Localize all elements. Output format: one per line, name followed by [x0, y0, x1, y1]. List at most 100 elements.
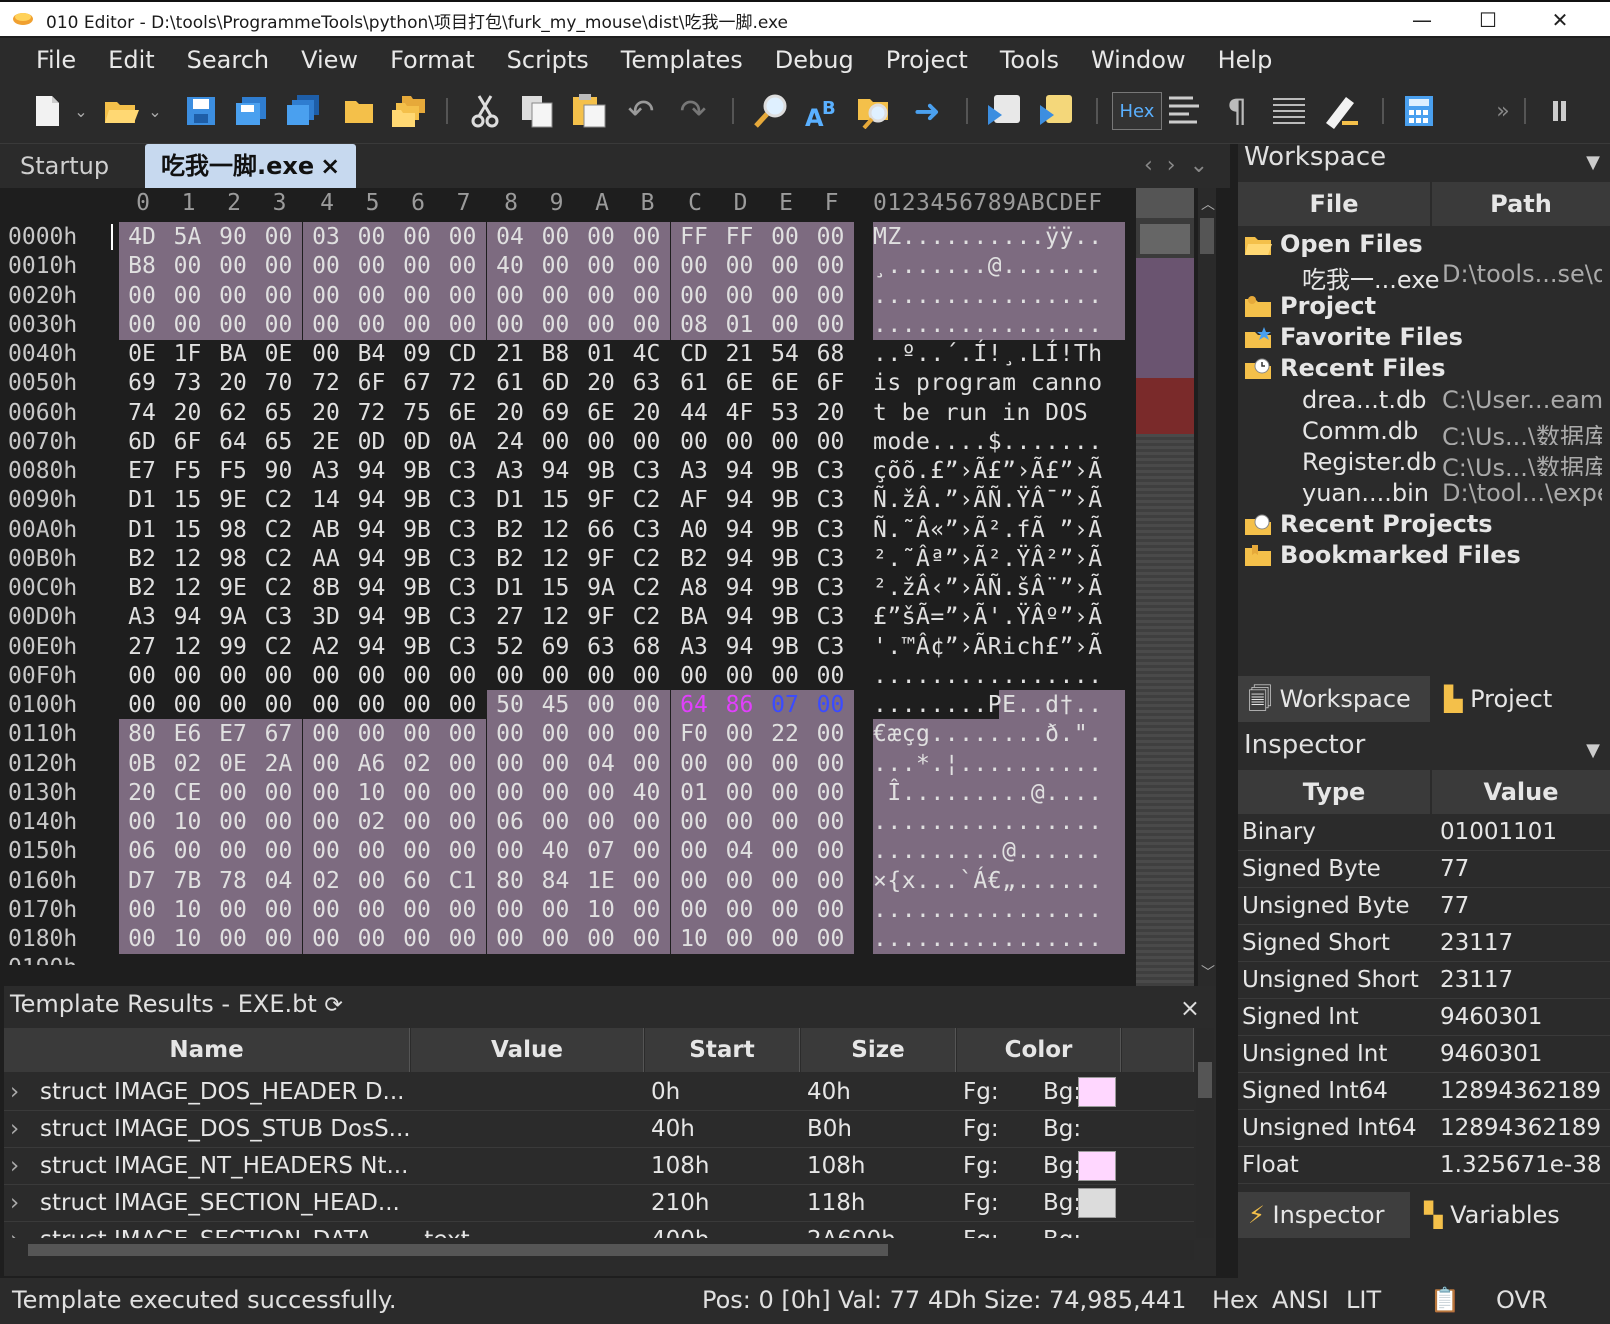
hex-byte[interactable]: 00	[578, 924, 624, 954]
hex-row[interactable]: 00F0h 00 00 00 00 00 00 00 00 00 00 00 00 00 00 00 00...…	[4, 661, 1144, 691]
hex-byte[interactable]: 00	[487, 777, 533, 808]
hex-byte[interactable]: 64	[210, 427, 256, 457]
hex-byte[interactable]: 00	[255, 222, 302, 252]
hex-byte[interactable]: 00	[671, 865, 717, 896]
hex-byte[interactable]: 94	[717, 485, 763, 515]
tab-variables[interactable]: ▚ Variables	[1414, 1192, 1594, 1238]
hex-byte[interactable]: 9B	[394, 632, 440, 662]
inspector-row[interactable]: Signed Int64 12894362189	[1238, 1073, 1610, 1110]
hex-byte[interactable]: 00	[623, 807, 670, 837]
hex-byte[interactable]: 12	[533, 602, 579, 632]
hex-row[interactable]: 0010h B8 00 00 00 00 00 00 00 40 00 00 00 00 00 00 00 ¸..…	[4, 251, 1144, 282]
hex-byte[interactable]: 27	[119, 632, 165, 662]
hex-byte[interactable]: 94	[349, 632, 395, 662]
hex-byte[interactable]: 00	[623, 894, 670, 925]
recent-file-item[interactable]: drea...t.db C:\User...eamca	[1302, 386, 1602, 414]
hex-byte[interactable]: 9B	[394, 456, 440, 486]
hex-byte[interactable]: 02	[303, 865, 349, 896]
hex-byte[interactable]: AA	[303, 544, 349, 574]
hex-byte[interactable]: 00	[716, 777, 763, 808]
template-row[interactable]: › struct IMAGE_NT_HEADERS Nt... 108h 108h Fg…	[4, 1148, 1194, 1185]
hex-byte[interactable]: 00	[440, 690, 486, 720]
hex-byte[interactable]: 00	[623, 836, 670, 867]
inspector-row[interactable]: Unsigned Byte 77	[1238, 888, 1610, 925]
ascii-text[interactable]: ........PE..d†..	[873, 690, 1125, 720]
hex-byte[interactable]: 9B	[762, 632, 808, 662]
highlight-icon[interactable]	[1322, 92, 1360, 130]
hex-byte[interactable]: 9B	[762, 573, 808, 603]
hex-byte[interactable]: 00	[210, 807, 256, 837]
hex-row[interactable]: 0090h D1 15 9E C2 14 94 9B C3 D1 15 9F C2 AF 94 9B C3 Ñ.ž…	[4, 485, 1144, 515]
hex-byte[interactable]: 00	[671, 427, 717, 457]
hex-byte[interactable]: 00	[255, 777, 302, 808]
hex-byte[interactable]: 00	[303, 339, 349, 369]
hex-byte[interactable]: 9B	[762, 544, 808, 574]
hex-byte[interactable]: 00	[671, 836, 717, 867]
hex-byte[interactable]: 00	[394, 690, 440, 720]
hex-byte[interactable]: 00	[255, 894, 302, 925]
status-endian[interactable]: LIT	[1346, 1286, 1381, 1314]
copy-icon[interactable]	[518, 92, 556, 130]
hex-byte[interactable]: 21	[487, 339, 533, 369]
hex-row[interactable]: 0110h 80 E6 E7 67 00 00 00 00 00 00 00 00 F0 00 22 00 €æç…	[4, 719, 1144, 750]
inspector-row[interactable]: Signed Int 9460301	[1238, 999, 1610, 1036]
save-icon[interactable]	[182, 92, 220, 130]
hex-byte[interactable]: 00	[439, 748, 486, 779]
hex-byte[interactable]: 00	[394, 280, 440, 311]
hex-byte[interactable]: 84	[532, 865, 579, 896]
ascii-text[interactable]: mode....$.......	[873, 427, 1103, 457]
hex-byte[interactable]: 00	[348, 865, 395, 896]
hex-row[interactable]: 0040h 0E 1F BA 0E 00 B4 09 CD 21 B8 01 4C CD 21 54 68 ..º…	[4, 339, 1144, 369]
hex-byte[interactable]: 06	[119, 836, 165, 867]
project-group[interactable]: Project	[1244, 292, 1376, 320]
hex-byte[interactable]: 75	[394, 398, 440, 428]
inspector-row[interactable]: Unsigned Int 9460301	[1238, 1036, 1610, 1073]
hex-byte[interactable]: 9B	[578, 456, 624, 486]
inspector-row[interactable]: Signed Short 23117	[1238, 925, 1610, 962]
hex-byte[interactable]: 00	[716, 748, 763, 779]
hex-byte[interactable]: 8B	[303, 573, 349, 603]
hex-byte[interactable]: 04	[716, 836, 763, 867]
inspector-header-value[interactable]: Value	[1432, 770, 1610, 814]
hex-byte[interactable]: 12	[533, 515, 579, 545]
hex-byte[interactable]: 00	[394, 309, 440, 340]
hex-byte[interactable]: 00	[532, 924, 579, 954]
hex-byte[interactable]: 00	[578, 222, 624, 252]
hex-byte[interactable]: C3	[624, 515, 670, 545]
hex-byte[interactable]: D1	[119, 515, 165, 545]
hex-byte[interactable]: 6F	[165, 427, 211, 457]
hex-byte[interactable]: 00	[210, 309, 256, 340]
open-dropdown-icon[interactable]: ⌄	[144, 92, 166, 130]
hex-row[interactable]: 0180h 00 10 00 00 00 00 00 00 00 00 00 00 10 00 00 00...…	[4, 924, 1144, 954]
minimize-button[interactable]: —	[1402, 6, 1442, 34]
hex-byte[interactable]: 00	[255, 280, 302, 311]
hex-byte[interactable]: 00	[532, 719, 579, 750]
hex-byte[interactable]: 00	[210, 777, 256, 808]
hex-byte[interactable]: 00	[487, 661, 533, 691]
hex-byte[interactable]: C2	[256, 515, 302, 545]
hex-byte[interactable]: 20	[487, 398, 533, 428]
hex-row[interactable]: 00D0h A3 94 9A C3 3D 94 9B C3 27 12 9F C2 BA 94 9B C3 £”š…	[4, 602, 1144, 632]
hex-byte[interactable]: 0D	[349, 427, 395, 457]
status-overwrite[interactable]: OVR	[1496, 1286, 1548, 1314]
hex-byte[interactable]: 00	[119, 807, 165, 837]
hex-byte[interactable]: 07	[578, 836, 624, 867]
menu-help[interactable]: Help	[1202, 38, 1289, 82]
hex-byte[interactable]: 00	[349, 690, 395, 720]
hex-byte[interactable]: 15	[165, 515, 211, 545]
hex-byte[interactable]: 00	[210, 690, 256, 720]
hex-byte[interactable]: 00	[578, 280, 624, 311]
hex-byte[interactable]: AB	[303, 515, 349, 545]
folder-stack-icon[interactable]	[390, 92, 428, 130]
ascii-text[interactable]: ................	[873, 924, 1125, 954]
hex-byte[interactable]: 00	[762, 748, 808, 779]
hex-byte[interactable]: C3	[808, 515, 854, 545]
hex-toggle-button[interactable]: Hex	[1112, 92, 1162, 130]
hex-byte[interactable]: 00	[623, 865, 670, 896]
menu-file[interactable]: File	[20, 38, 92, 82]
hex-byte[interactable]: C3	[256, 602, 302, 632]
bg-color-swatch[interactable]	[1078, 1077, 1116, 1107]
hex-byte[interactable]: 73	[165, 368, 211, 398]
hex-byte[interactable]: F5	[210, 456, 256, 486]
hex-byte[interactable]: 00	[439, 894, 486, 925]
